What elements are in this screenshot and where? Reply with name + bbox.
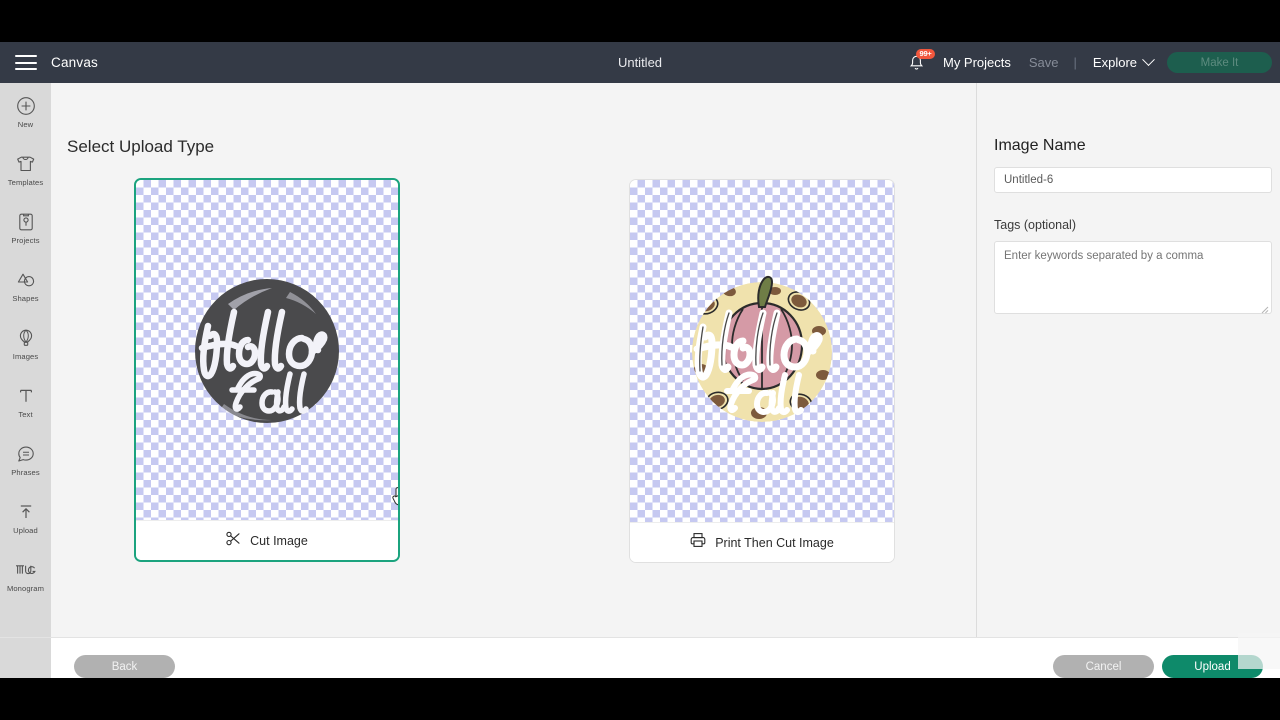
save-link[interactable]: Save [1020, 55, 1068, 70]
tags-input[interactable] [994, 241, 1272, 314]
chevron-down-icon [1142, 53, 1155, 67]
image-details-panel: Image Name Tags (optional) [976, 83, 1280, 678]
explore-label: Explore [1092, 55, 1137, 70]
text-t-icon [17, 385, 35, 407]
print-then-cut-thumbnail [630, 180, 894, 524]
scissors-icon [226, 531, 241, 551]
sidebar-item-projects[interactable]: Projects [0, 199, 51, 257]
clipboard-icon [17, 211, 35, 233]
back-button[interactable]: Back [74, 655, 175, 678]
sidebar-label: Shapes [12, 294, 39, 303]
sidebar-label: Images [12, 352, 39, 361]
notification-badge: 99+ [915, 49, 936, 60]
page-title: Select Upload Type [67, 137, 215, 156]
top-nav-right-group: 99+ My Projects Save | Explore Make It [900, 42, 1280, 83]
sidebar-label: Templates [7, 178, 44, 187]
print-then-cut-label: Print Then Cut Image [715, 535, 834, 550]
canvas-label[interactable]: Canvas [51, 55, 98, 70]
sidebar-label: Phrases [11, 468, 40, 477]
image-name-heading: Image Name [994, 137, 1086, 154]
sidebar-item-new[interactable]: New [0, 83, 51, 141]
sidebar-item-templates[interactable]: Templates [0, 141, 51, 199]
my-projects-link[interactable]: My Projects [934, 55, 1020, 70]
plus-circle-icon [16, 95, 36, 117]
cut-image-thumbnail [136, 180, 398, 521]
cut-image-footer[interactable]: Cut Image [136, 520, 398, 560]
bottom-action-bar: Back Cancel Upload [0, 637, 1280, 678]
sidebar-label: Projects [11, 236, 40, 245]
upload-button[interactable]: Upload [1162, 655, 1263, 678]
nav-separator: | [1073, 55, 1077, 70]
hot-air-balloon-icon [17, 327, 35, 349]
main-content-area: Select Upload Type Cut Image Print Then … [51, 83, 976, 678]
app-window: Canvas Untitled 99+ My Projects Save | E… [0, 42, 1280, 678]
sidebar-label: Monogram [6, 584, 45, 593]
cut-image-label: Cut Image [250, 533, 308, 548]
bottom-bar-sidebar-pad [0, 638, 51, 678]
print-then-cut-footer[interactable]: Print Then Cut Image [630, 522, 894, 562]
cancel-button[interactable]: Cancel [1053, 655, 1154, 678]
sidebar-label: New [17, 120, 34, 129]
left-sidebar: New Templates Projects Shapes Images Tex… [0, 83, 51, 678]
tags-label: Tags (optional) [994, 218, 1076, 232]
top-navigation-bar: Canvas Untitled 99+ My Projects Save | E… [0, 42, 1280, 83]
sidebar-item-phrases[interactable]: Phrases [0, 431, 51, 489]
make-it-button[interactable]: Make It [1167, 52, 1272, 73]
mouse-cursor-hand-icon [391, 485, 398, 507]
sidebar-item-monogram[interactable]: Monogram [0, 547, 51, 605]
letterbox-bottom [0, 678, 1280, 720]
sidebar-item-upload[interactable]: Upload [0, 489, 51, 547]
upload-arrow-icon [17, 501, 35, 523]
hamburger-icon[interactable] [15, 55, 37, 70]
speech-bubble-icon [16, 443, 36, 465]
shirt-icon [15, 153, 36, 175]
sidebar-item-shapes[interactable]: Shapes [0, 257, 51, 315]
monogram-icon [13, 559, 39, 581]
screenshot-stage: Canvas Untitled 99+ My Projects Save | E… [0, 0, 1280, 720]
upload-type-card-print-then-cut-image[interactable]: Print Then Cut Image [629, 179, 895, 563]
artwork-hello-fall-dark-circle [172, 256, 362, 446]
printer-icon [690, 532, 706, 553]
image-name-input[interactable] [994, 167, 1272, 193]
sidebar-item-text[interactable]: Text [0, 373, 51, 431]
sidebar-item-images[interactable]: Images [0, 315, 51, 373]
sidebar-label: Text [18, 410, 33, 419]
sidebar-label: Upload [13, 526, 38, 535]
letterbox-top [0, 0, 1280, 42]
artwork-hello-fall-pink-pumpkin [667, 257, 857, 447]
notifications-button[interactable]: 99+ [900, 42, 936, 83]
shapes-icon [15, 269, 37, 291]
explore-menu[interactable]: Explore [1083, 53, 1157, 70]
upload-type-card-cut-image[interactable]: Cut Image [134, 178, 400, 562]
